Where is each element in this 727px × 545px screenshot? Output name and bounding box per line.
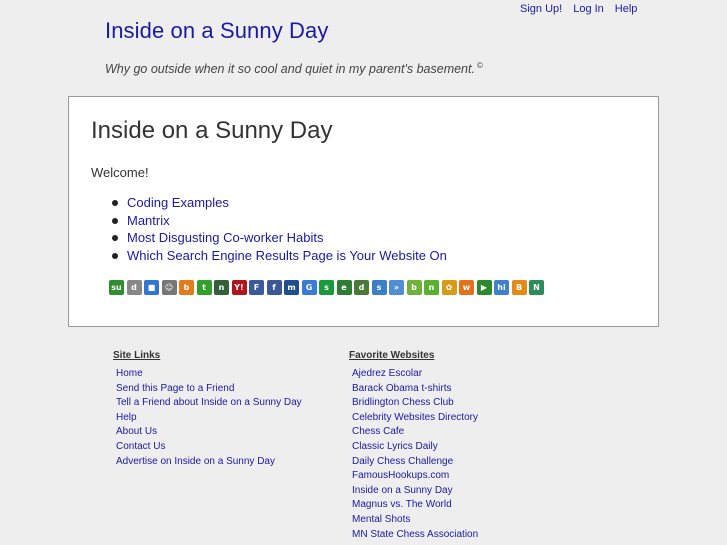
netvouz-icon[interactable]: n	[424, 280, 439, 295]
favorite-websites-link[interactable]: Barack Obama t-shirts	[352, 383, 451, 394]
site-links-link[interactable]: Advertise on Inside on a Sunny Day	[116, 456, 275, 467]
list-item: Contact Us	[116, 440, 302, 455]
favorite-websites-link[interactable]: Celebrity Websites Directory	[352, 412, 478, 423]
favorite-websites-link[interactable]: Chess Cafe	[352, 426, 404, 437]
post-list: Coding Examples Mantrix Most Disgusting …	[109, 194, 447, 264]
backflip-icon[interactable]: b	[406, 280, 422, 295]
technorati-icon[interactable]: t	[196, 280, 212, 295]
favorite-websites-link[interactable]: Mental Shots	[352, 514, 410, 525]
digg-icon[interactable]: d	[126, 280, 142, 295]
favorite-websites-link[interactable]: MN State Chess Association	[352, 529, 478, 540]
reddit-icon[interactable]: ☺	[161, 280, 177, 295]
facebook-icon[interactable]: f	[266, 280, 282, 295]
post-link-search-engine[interactable]: Which Search Engine Results Page is Your…	[127, 248, 447, 263]
list-item: Home	[116, 367, 302, 382]
favorite-websites-link[interactable]: Daily Chess Challenge	[352, 456, 453, 467]
welcome-text: Welcome!	[91, 165, 149, 180]
simpy-icon[interactable]: s	[371, 280, 387, 295]
netscape-icon[interactable]: N	[529, 280, 544, 295]
list-item: FamousHookups.com	[352, 469, 478, 484]
blinkbits-icon[interactable]: »	[389, 280, 404, 295]
list-item: Tell a Friend about Inside on a Sunny Da…	[116, 396, 302, 411]
site-links-link[interactable]: About Us	[116, 426, 157, 437]
list-item: Magnus vs. The World	[352, 498, 478, 513]
blinklist-icon[interactable]: b	[179, 280, 194, 295]
list-item: Send this Page to a Friend	[116, 382, 302, 397]
mister-wong-icon[interactable]: w	[459, 280, 474, 295]
list-item: Celebrity Websites Directory	[352, 411, 478, 426]
site-links-link[interactable]: Tell a Friend about Inside on a Sunny Da…	[116, 397, 302, 408]
list-item: Inside on a Sunny Day	[352, 484, 478, 499]
blogmarks-icon[interactable]: B	[511, 280, 527, 295]
delicious-icon[interactable]: ■	[144, 280, 159, 295]
list-item: Classic Lyrics Daily	[352, 440, 478, 455]
google-icon[interactable]: G	[301, 280, 317, 295]
site-tagline: Why go outside when it so cool and quiet…	[105, 61, 483, 76]
favorite-websites-link[interactable]: FamousHookups.com	[352, 470, 449, 481]
spurl-icon[interactable]: s	[319, 280, 334, 295]
myspace-icon[interactable]: m	[284, 280, 299, 295]
favorite-websites-link[interactable]: Bridlington Chess Club	[352, 397, 454, 408]
tagline-text: Why go outside when it so cool and quiet…	[105, 62, 475, 77]
signup-link[interactable]: Sign Up!	[520, 3, 562, 15]
favorite-websites-heading: Favorite Websites	[349, 350, 435, 361]
evernote-icon[interactable]: e	[336, 280, 352, 295]
post-link-coding-examples[interactable]: Coding Examples	[127, 195, 229, 210]
site-links-section: Site Links Home Send this Page to a Frien…	[113, 350, 302, 469]
newsvine-icon[interactable]: n	[214, 280, 229, 295]
list-item: Barack Obama t-shirts	[352, 382, 478, 397]
list-item: MN State Chess Association	[352, 528, 478, 543]
furl-icon[interactable]: F	[249, 280, 264, 295]
help-link[interactable]: Help	[615, 3, 638, 15]
favorite-websites-link[interactable]: Ajedrez Escolar	[352, 368, 422, 379]
diigo-icon[interactable]: d	[354, 280, 369, 295]
list-item: About Us	[116, 425, 302, 440]
social-bookmark-bar: su d ■ ☺ b t n Y! Ff m Gs e d s» b n ✿ w ▶ hi B N	[109, 280, 544, 295]
list-item: Daily Chess Challenge	[352, 455, 478, 470]
tagline-mark: ©	[476, 61, 483, 70]
segnalo-icon[interactable]: ✿	[441, 280, 457, 295]
favorite-websites-link[interactable]: Magnus vs. The World	[352, 499, 452, 510]
post-link-mantrix[interactable]: Mantrix	[127, 213, 170, 228]
favorite-websites-list: Ajedrez Escolar Barack Obama t-shirts Brid…	[349, 367, 478, 542]
top-nav: Sign Up! Log In Help	[520, 3, 637, 15]
list-item: Most Disgusting Co-worker Habits	[109, 229, 447, 247]
site-links-link[interactable]: Home	[116, 368, 143, 379]
post-link-coworker-habits[interactable]: Most Disgusting Co-worker Habits	[127, 230, 324, 245]
site-links-link[interactable]: Contact Us	[116, 441, 165, 452]
list-item: Coding Examples	[109, 194, 447, 212]
site-links-list: Home Send this Page to a Friend Tell a Fri…	[113, 367, 302, 469]
login-link[interactable]: Log In	[573, 3, 604, 15]
list-item: Help	[116, 411, 302, 426]
hi5-icon[interactable]: hi	[494, 280, 509, 295]
list-item: Bridlington Chess Club	[352, 396, 478, 411]
list-item: Mental Shots	[352, 513, 478, 528]
propeller-icon[interactable]: ▶	[476, 280, 492, 295]
site-title[interactable]: Inside on a Sunny Day	[105, 18, 328, 44]
list-item: Mantrix	[109, 212, 447, 230]
yahoo-icon[interactable]: Y!	[231, 280, 247, 295]
site-links-link[interactable]: Send this Page to a Friend	[116, 383, 234, 394]
stumbleupon-icon[interactable]: su	[109, 280, 124, 295]
list-item: Ajedrez Escolar	[352, 367, 478, 382]
favorite-websites-link[interactable]: Inside on a Sunny Day	[352, 485, 453, 496]
list-item: Advertise on Inside on a Sunny Day	[116, 455, 302, 470]
page-title: Inside on a Sunny Day	[91, 117, 333, 144]
site-links-link[interactable]: Help	[116, 412, 137, 423]
content-panel: Inside on a Sunny Day Welcome! Coding Ex…	[68, 96, 659, 327]
list-item: Which Search Engine Results Page is Your…	[109, 247, 447, 265]
list-item: Chess Cafe	[352, 425, 478, 440]
site-links-heading: Site Links	[113, 350, 161, 361]
favorite-websites-section: Favorite Websites Ajedrez Escolar Barack …	[349, 350, 478, 542]
favorite-websites-link[interactable]: Classic Lyrics Daily	[352, 441, 438, 452]
